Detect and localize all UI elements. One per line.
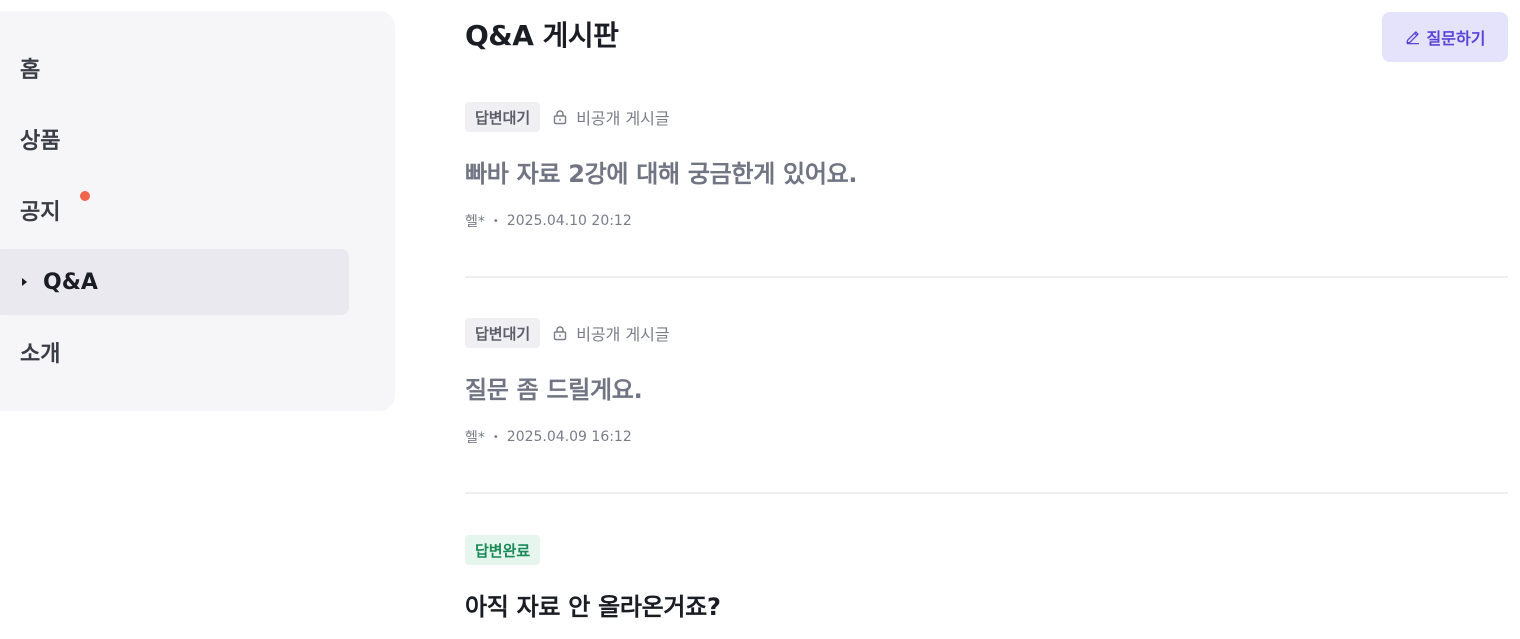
page-title: Q&A 게시판 <box>465 19 619 52</box>
divider <box>465 492 1508 494</box>
private-label: 비공개 게시글 <box>576 325 670 344</box>
post-author: 헬* <box>465 214 485 230</box>
status-badge: 답변대기 <box>465 318 541 348</box>
post-title[interactable]: 아직 자료 안 올라온거죠? <box>465 587 1508 622</box>
sidebar-item-notice[interactable]: 공지 <box>0 177 349 243</box>
status-badge: 답변대기 <box>465 102 541 132</box>
private-label: 비공개 게시글 <box>576 109 670 128</box>
sidebar-item-label: 상품 <box>20 129 61 154</box>
notification-dot <box>80 191 90 201</box>
post-datetime: 2025.04.10 20:12 <box>506 213 632 229</box>
ask-button-label: 질문하기 <box>1426 29 1486 48</box>
separator-dot: • <box>492 431 499 443</box>
sidebar-item-label: Q&A <box>43 269 98 295</box>
sidebar-item-home[interactable]: 홈 <box>0 35 349 101</box>
ask-question-button[interactable]: 질문하기 <box>1382 12 1508 62</box>
private-indicator: 비공개 게시글 <box>552 105 670 129</box>
post-item[interactable]: 답변완료 아직 자료 안 올라온거죠? <box>465 535 1508 622</box>
post-author: 헬* <box>465 430 485 446</box>
lock-icon <box>554 326 567 341</box>
caret-right-icon <box>22 278 27 286</box>
post-info: 헬* • 2025.04.10 20:12 <box>465 211 1508 231</box>
post-item[interactable]: 답변대기 비공개 게시글 질문 좀 드릴게요. 헬* • 2025.04.09 … <box>465 318 1508 447</box>
sidebar-item-about[interactable]: 소개 <box>0 319 349 385</box>
sidebar: 홈 상품 공지 Q&A 소개 <box>0 11 395 411</box>
separator-dot: • <box>492 215 499 227</box>
status-badge: 답변완료 <box>465 535 541 565</box>
post-datetime: 2025.04.09 16:12 <box>506 429 632 445</box>
private-indicator: 비공개 게시글 <box>552 321 670 345</box>
sidebar-item-products[interactable]: 상품 <box>0 106 349 172</box>
pencil-icon <box>1405 31 1419 45</box>
post-title[interactable]: 빠바 자료 2강에 대해 궁금한게 있어요. <box>465 154 1508 189</box>
sidebar-item-label: 소개 <box>20 342 61 367</box>
post-item[interactable]: 답변대기 비공개 게시글 빠바 자료 2강에 대해 궁금한게 있어요. 헬* •… <box>465 102 1508 231</box>
sidebar-item-qna[interactable]: Q&A <box>0 249 349 315</box>
sidebar-item-label: 공지 <box>20 200 61 225</box>
lock-icon <box>554 110 567 125</box>
divider <box>465 276 1508 278</box>
post-info: 헬* • 2025.04.09 16:12 <box>465 427 1508 447</box>
sidebar-item-label: 홈 <box>20 58 41 83</box>
post-title[interactable]: 질문 좀 드릴게요. <box>465 370 1508 405</box>
